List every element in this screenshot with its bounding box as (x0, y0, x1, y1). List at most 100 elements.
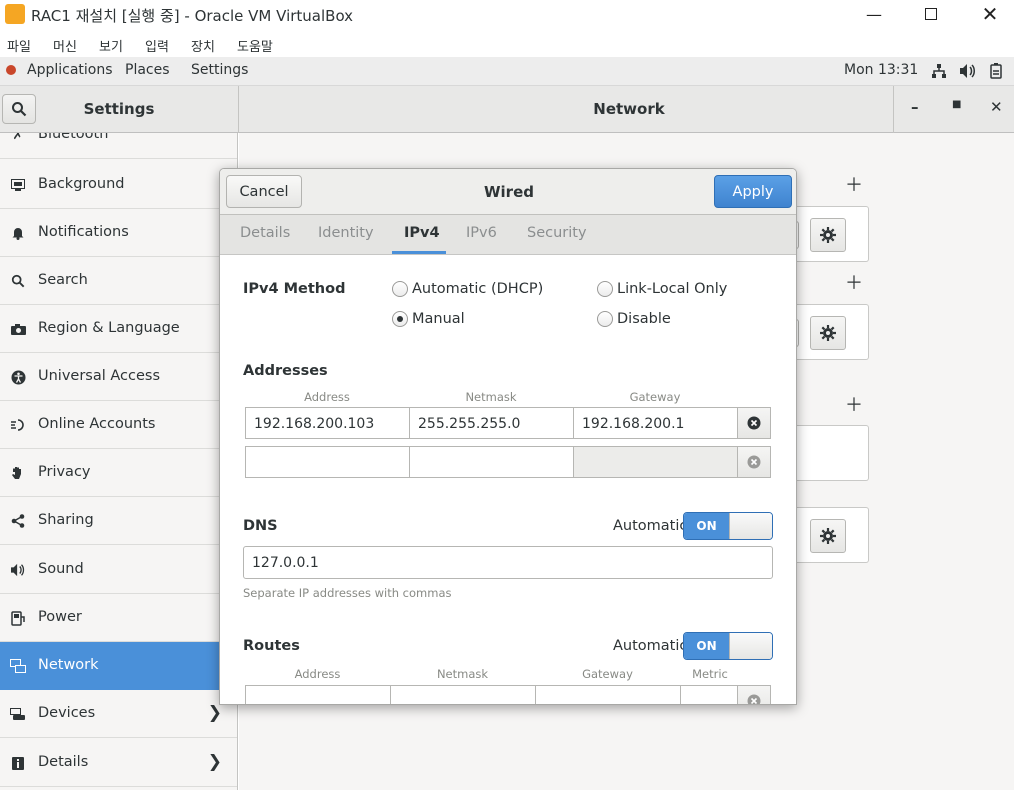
switch-on-label: ON (684, 513, 729, 539)
virtualbox-menubar: 파일 머신 보기 입력 장치 도움말 (0, 30, 1014, 57)
radio-link-local[interactable] (597, 281, 613, 297)
settings-app-menu[interactable]: Settings (191, 62, 248, 78)
sidebar-item-universal-access[interactable]: Universal Access (0, 353, 237, 401)
gear-icon (820, 325, 836, 341)
dns-automatic-label: Automatic (613, 518, 688, 534)
sidebar-item-sharing[interactable]: Sharing (0, 497, 237, 545)
clock[interactable]: Mon 13:31 (844, 62, 918, 78)
menu-machine[interactable]: 머신 (53, 36, 77, 55)
tab-identity[interactable]: Identity (318, 225, 374, 241)
bluetooth-icon: ✗ (12, 133, 24, 143)
addresses-label: Addresses (243, 363, 328, 379)
menu-help[interactable]: 도움말 (237, 36, 273, 55)
sidebar-item-sound[interactable]: Sound (0, 546, 237, 594)
tab-details[interactable]: Details (240, 225, 290, 241)
settings-close-button[interactable]: ✕ (990, 98, 1003, 116)
search-icon (10, 273, 26, 289)
dialog-title: Wired (484, 183, 534, 201)
radio-disable[interactable] (597, 311, 613, 327)
route-netmask-field[interactable] (390, 685, 536, 704)
network-status-icon[interactable] (931, 63, 947, 83)
tab-security[interactable]: Security (527, 225, 587, 241)
routes-automatic-switch[interactable]: ON (683, 632, 773, 660)
sidebar-item-background[interactable]: Background (0, 161, 237, 209)
radio-automatic-dhcp[interactable] (392, 281, 408, 297)
route-metric-field[interactable] (680, 685, 738, 704)
radio-manual-label[interactable]: Manual (412, 311, 465, 327)
route-address-field[interactable] (245, 685, 391, 704)
devices-icon (10, 706, 26, 722)
wired-settings-button[interactable] (810, 218, 846, 252)
radio-link-local-label[interactable]: Link-Local Only (617, 281, 727, 297)
route-gateway-field[interactable] (535, 685, 681, 704)
radio-manual[interactable] (392, 311, 408, 327)
sidebar-item-notifications[interactable]: Notifications (0, 209, 237, 257)
tab-ipv4[interactable]: IPv4 (404, 225, 440, 241)
sidebar-item-devices[interactable]: Devices ❯ (0, 690, 237, 738)
minimize-button[interactable]: — (851, 0, 897, 28)
settings-title: Settings (83, 100, 155, 118)
netmask-field[interactable] (409, 446, 574, 478)
add-proxy-button[interactable]: ＋ (845, 391, 863, 417)
sidebar-item-label: Region & Language (38, 320, 180, 336)
delete-route-button[interactable] (737, 685, 771, 704)
applications-menu[interactable]: Applications (27, 62, 113, 78)
battery-icon[interactable] (988, 63, 1004, 83)
wired-dialog: Cancel Wired Apply Details Identity IPv4… (219, 168, 797, 705)
address-field[interactable] (245, 446, 410, 478)
settings-maximize-button[interactable]: ■ (952, 99, 961, 110)
gateway-field[interactable] (573, 446, 738, 478)
camera-icon (10, 321, 26, 337)
sidebar-item-label: Power (38, 609, 82, 625)
sidebar-item-region-language[interactable]: Region & Language (0, 305, 237, 353)
dns-input[interactable]: 127.0.0.1 (243, 546, 773, 579)
sidebar-item-power[interactable]: Power (0, 594, 237, 642)
tab-ipv6[interactable]: IPv6 (466, 225, 497, 241)
menu-devices[interactable]: 장치 (191, 36, 215, 55)
remove-icon (747, 455, 761, 469)
gateway-column-header: Gateway (629, 390, 681, 404)
sidebar-item-label: Notifications (38, 224, 129, 240)
address-field[interactable]: 192.168.200.103 (245, 407, 410, 439)
radio-automatic-dhcp-label[interactable]: Automatic (DHCP) (412, 281, 543, 297)
dns-automatic-switch[interactable]: ON (683, 512, 773, 540)
add-wired-connection-button[interactable]: ＋ (845, 171, 863, 197)
sidebar-item-network[interactable]: Network (0, 642, 237, 690)
sidebar-item-privacy[interactable]: Privacy (0, 449, 237, 497)
remove-icon (747, 416, 761, 430)
share-icon (10, 513, 26, 529)
sidebar-item-bluetooth[interactable]: ✗ Bluetooth (0, 133, 237, 159)
menu-file[interactable]: 파일 (7, 36, 31, 55)
gateway-field[interactable]: 192.168.200.1 (573, 407, 738, 439)
sidebar-item-online-accounts[interactable]: Online Accounts (0, 401, 237, 449)
dialog-header: Cancel Wired Apply (220, 169, 796, 215)
menu-input[interactable]: 입력 (145, 36, 169, 55)
background-icon (10, 177, 26, 193)
add-vpn-connection-button[interactable]: ＋ (845, 269, 863, 295)
switch-knob (729, 513, 772, 539)
sidebar-item-details[interactable]: Details ❯ (0, 739, 237, 787)
apply-button[interactable]: Apply (714, 175, 792, 208)
maximize-button[interactable] (908, 0, 954, 28)
vpn-settings-button[interactable] (810, 316, 846, 350)
radio-disable-label[interactable]: Disable (617, 311, 671, 327)
volume-icon[interactable] (959, 63, 977, 83)
sidebar-item-label: Network (38, 657, 99, 673)
proxy-settings-button[interactable] (810, 519, 846, 553)
power-icon (10, 610, 26, 626)
sidebar-item-label: Sharing (38, 512, 94, 528)
sidebar-item-label: Privacy (38, 464, 91, 480)
delete-address-button[interactable] (737, 446, 771, 478)
settings-sidebar: ✗ Bluetooth Background Notifications Sea… (0, 133, 238, 790)
sidebar-item-search[interactable]: Search (0, 257, 237, 305)
settings-minimize-button[interactable]: – (911, 98, 919, 116)
sidebar-item-label: Details (38, 754, 89, 770)
delete-address-button[interactable] (737, 407, 771, 439)
route-netmask-column-header: Netmask (436, 667, 489, 681)
active-tab-indicator (392, 251, 446, 254)
menu-view[interactable]: 보기 (99, 36, 123, 55)
places-menu[interactable]: Places (125, 62, 170, 78)
netmask-field[interactable]: 255.255.255.0 (409, 407, 574, 439)
routes-label: Routes (243, 638, 300, 654)
close-window-button[interactable]: ✕ (967, 0, 1013, 28)
